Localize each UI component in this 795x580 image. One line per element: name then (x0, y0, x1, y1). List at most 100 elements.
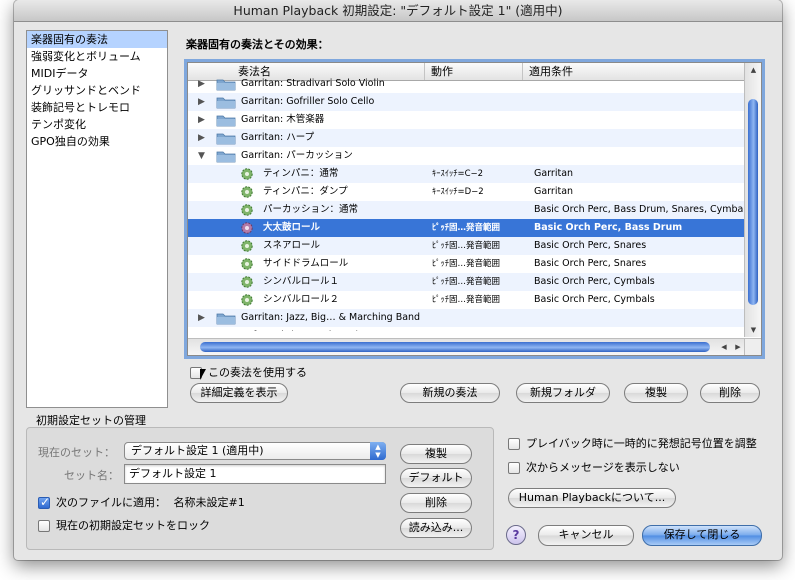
row-name: Garritan: 木管楽器 (241, 114, 325, 125)
lock-label: 現在の初期設定セットをロック (56, 519, 210, 532)
category-item[interactable]: 強弱変化とボリューム (27, 48, 167, 65)
row-name: シンバルロール１ (263, 276, 340, 287)
technique-row[interactable]: シンバルロール２ ﾋﾟｯﾁ固…発音範囲 Basic Orch Perc, Cymba… (188, 291, 744, 309)
about-button[interactable]: Human Playbackについて... (508, 488, 676, 508)
disclosure-open-icon[interactable]: ▼ (198, 147, 205, 165)
set-name-label: セット名： (64, 469, 119, 482)
new-folder-button[interactable]: 新規フォルダ (516, 383, 610, 403)
row-operation: ｷｰｽｲｯﾁ=C−2 (432, 169, 484, 179)
technique-row[interactable]: ティンパニ：通常 ｷｰｽｲｯﾁ=C−2 Garritan (188, 165, 744, 183)
row-operation: ﾋﾟｯﾁ固…発音範囲 (432, 295, 501, 305)
lock-checkbox[interactable] (38, 520, 50, 532)
lock-row[interactable]: 現在の初期設定セットをロック (38, 517, 210, 533)
no-message-row[interactable]: 次からメッセージを表示しない (508, 459, 680, 475)
adjust-label: プレイバック時に一時的に発想記号位置を調整 (526, 437, 757, 450)
gear-icon (240, 167, 254, 181)
category-list[interactable]: 楽器固有の奏法 強弱変化とボリューム MIDIデータ グリッサンドとベンド 装飾記号とト… (26, 30, 168, 408)
category-item[interactable]: テンポ変化 (27, 116, 167, 133)
folder-icon (216, 132, 236, 145)
technique-table[interactable]: 奏法名 動作 適用条件 ▶ Garritan: Stradivari Solo V… (187, 62, 762, 356)
category-item[interactable]: GPO独自の効果 (27, 133, 167, 150)
apply-to-checkbox[interactable] (38, 495, 50, 509)
row-name: 大太鼓ロール (263, 222, 321, 233)
row-name: スネアロール (263, 240, 321, 251)
row-condition: Basic Orch Perc, Snares (534, 258, 647, 269)
row-operation: ｷｰｽｲｯﾁ=D−2 (432, 187, 484, 197)
category-item[interactable]: グリッサンドとベンド (27, 82, 167, 99)
save-close-button[interactable]: 保存して閉じる (642, 525, 762, 546)
row-condition: Garritan (534, 168, 574, 179)
folder-row[interactable]: ▶ Garritan: Stradivari Solo Violin (188, 75, 744, 93)
row-name: Garritan: Stradivari Solo Violin (241, 78, 385, 89)
scroll-corner (744, 338, 761, 355)
row-name: Garritan: パーカッション (241, 150, 353, 161)
scroll-up-arrow-icon[interactable]: ▲ (745, 63, 762, 77)
folder-icon (216, 330, 236, 331)
folder-icon (216, 96, 236, 109)
row-condition: Garritan (534, 186, 574, 197)
folder-row[interactable]: ▼ Garritan: パーカッション (188, 147, 744, 165)
delete-technique-button[interactable]: 削除 (700, 383, 760, 403)
adjust-row[interactable]: プレイバック時に一時的に発想記号位置を調整 (508, 435, 757, 451)
set-name-field[interactable]: デフォルト設定 1 (124, 464, 386, 484)
scroll-right-arrow-icon[interactable]: ▶ (732, 340, 744, 354)
vertical-scrollbar[interactable]: ▲ ▼ (744, 63, 761, 337)
no-message-label: 次からメッセージを表示しない (526, 461, 680, 474)
row-operation: ﾋﾟｯﾁ固…発音範囲 (432, 241, 501, 251)
apply-to-row[interactable]: 次のファイルに適用： 名称未設定#1 (38, 494, 245, 510)
help-icon[interactable]: ? (506, 525, 526, 545)
technique-row[interactable]: ティンパニ：ダンプ ｷｰｽｲｯﾁ=D−2 Garritan (188, 183, 744, 201)
technique-row[interactable]: シンバルロール１ ﾋﾟｯﾁ固…発音範囲 Basic Orch Perc, Cymba… (188, 273, 744, 291)
gear-icon (240, 239, 254, 253)
folder-row[interactable]: ▶ Garritan: Jazz, Big… & Marching Band (188, 309, 744, 327)
row-name: シンバルロール２ (263, 294, 340, 305)
disclosure-closed-icon[interactable]: ▶ (198, 111, 205, 129)
adjust-checkbox[interactable] (508, 438, 520, 450)
delete-set-button[interactable]: 削除 (400, 493, 472, 513)
row-operation: ﾋﾟｯﾁ固…発音範囲 (432, 259, 501, 269)
new-technique-button[interactable]: 新規の奏法 (400, 383, 500, 403)
apply-to-label: 次のファイルに適用： (56, 496, 166, 509)
duplicate-set-button[interactable]: 複製 (400, 444, 472, 464)
default-set-button[interactable]: デフォルト (400, 468, 472, 488)
disclosure-closed-icon[interactable]: ▶ (198, 75, 205, 93)
row-operation: ﾋﾟｯﾁ固…発音範囲 (432, 223, 501, 233)
horizontal-scrollbar[interactable]: ◀ ▶ (188, 338, 744, 355)
vertical-scroll-thumb[interactable] (748, 99, 758, 305)
folder-row[interactable]: ▶ Garritan: ハープ (188, 129, 744, 147)
disclosure-closed-icon[interactable]: ▶ (198, 309, 205, 327)
row-condition: Basic Orch Perc, Bass Drum, Snares, Cymb… (534, 204, 744, 215)
show-definition-button[interactable]: 詳細定義を表示 (190, 383, 288, 403)
duplicate-technique-button[interactable]: 複製 (624, 383, 688, 403)
current-set-popup[interactable]: デフォルト設定 1 (適用中) ▲ ▼ (124, 442, 386, 460)
cancel-button[interactable]: キャンセル (538, 525, 634, 546)
technique-row[interactable]: スネアロール ﾋﾟｯﾁ固…発音範囲 Basic Orch Perc, Snares (188, 237, 744, 255)
preferences-window: Human Playback 初期設定: "デフォルト設定 1" (適用中) 楽… (14, 0, 782, 560)
use-technique-checkbox-row[interactable]: この奏法を使用する (190, 364, 307, 380)
disclosure-closed-icon[interactable]: ▶ (198, 93, 205, 111)
folder-row[interactable]: ▶ Garritan: Gofriller Solo Cello (188, 93, 744, 111)
category-item[interactable]: 装飾記号とトレモロ (27, 99, 167, 116)
category-item[interactable]: MIDIデータ (27, 65, 167, 82)
folder-icon (216, 150, 236, 163)
load-set-button[interactable]: 読み込み... (400, 518, 472, 538)
technique-row[interactable]: パーカッション：通常 Basic Orch Perc, Bass Drum, Sn… (188, 201, 744, 219)
row-name: パーカッション：通常 (263, 204, 359, 215)
disclosure-closed-icon[interactable]: ▶ (198, 327, 205, 331)
scroll-down-arrow-icon[interactable]: ▼ (745, 323, 762, 337)
use-technique-label: この奏法を使用する (208, 366, 307, 379)
scroll-left-arrow-icon[interactable]: ◀ (718, 340, 730, 354)
gear-icon (240, 275, 254, 289)
technique-row[interactable]: サイドドラムロール ﾋﾟｯﾁ固…発音範囲 Basic Orch Perc, Snar… (188, 255, 744, 273)
row-condition: Basic Orch Perc, Cymbals (534, 276, 655, 287)
folder-row[interactable]: ▶ Garritan: 木管楽器 (188, 111, 744, 129)
no-message-checkbox[interactable] (508, 462, 520, 474)
folder-row[interactable]: ▶ SoftSynth (General MIDI) (188, 327, 744, 331)
horizontal-scroll-thumb[interactable] (200, 342, 710, 352)
folder-icon (216, 312, 236, 325)
row-operation: ﾋﾟｯﾁ固…発音範囲 (432, 277, 501, 287)
section-label: 楽器固有の奏法とその効果： (186, 38, 329, 51)
technique-row[interactable]: 大太鼓ロール ﾋﾟｯﾁ固…発音範囲 Basic Orch Perc, Bass Dr… (188, 219, 744, 237)
disclosure-closed-icon[interactable]: ▶ (198, 129, 205, 147)
category-item[interactable]: 楽器固有の奏法 (27, 31, 167, 48)
